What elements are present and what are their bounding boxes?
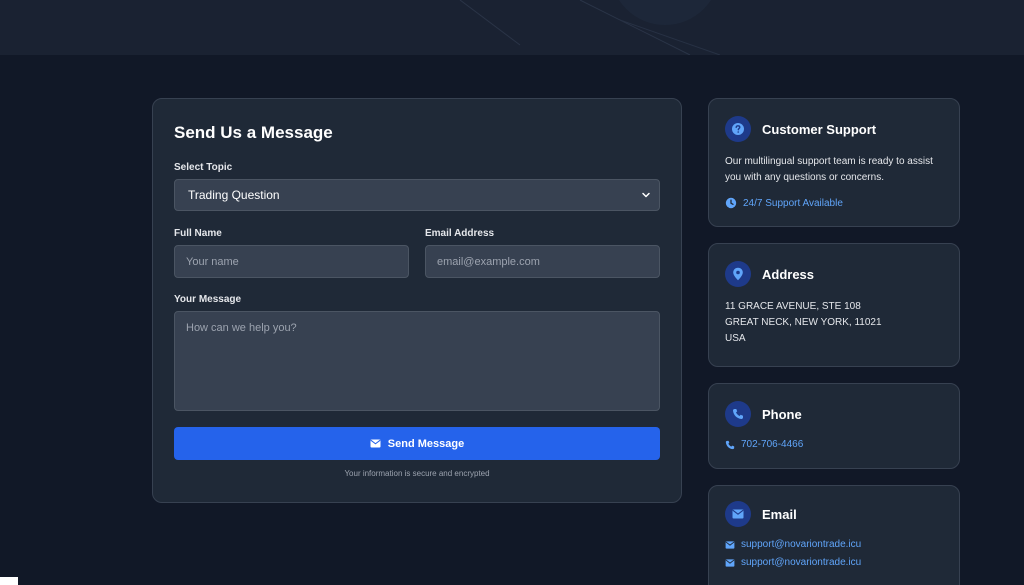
- email-card: Email support@novariontrade.icu support@…: [708, 485, 960, 585]
- support-card: Customer Support Our multilingual suppor…: [708, 98, 960, 227]
- email-address-2: support@novariontrade.icu: [741, 557, 862, 568]
- envelope-icon: [725, 540, 735, 549]
- phone-card: Phone 702-706-4466: [708, 383, 960, 469]
- form-title: Send Us a Message: [174, 123, 333, 142]
- address-card-header: Address: [725, 261, 943, 287]
- phone-title: Phone: [762, 406, 802, 422]
- name-label: Full Name: [174, 228, 222, 239]
- topic-select-value: Trading Question: [188, 188, 280, 202]
- phone-card-header: Phone: [725, 401, 943, 427]
- address-title: Address: [762, 266, 815, 282]
- email-link-1[interactable]: support@novariontrade.icu: [725, 539, 943, 550]
- email-input[interactable]: [425, 245, 660, 278]
- phone-icon: [725, 440, 735, 449]
- phone-icon-circle: [725, 401, 751, 427]
- hero-decoration: [459, 0, 721, 55]
- support-availability: 24/7 Support Available: [725, 197, 943, 209]
- full-name-input[interactable]: [174, 245, 409, 278]
- email-label: Email Address: [425, 228, 495, 239]
- address-line-2: GREAT NECK, NEW YORK, 11021: [725, 317, 882, 328]
- address-line-1: 11 GRACE AVENUE, STE 108: [725, 301, 861, 312]
- question-circle-icon: [732, 123, 744, 135]
- support-description: Our multilingual support team is ready t…: [725, 156, 933, 183]
- map-pin-icon: [733, 267, 743, 281]
- support-title: Customer Support: [762, 121, 877, 137]
- email-address-1: support@novariontrade.icu: [741, 539, 862, 550]
- address-line-3: USA: [725, 333, 746, 344]
- send-message-label: Send Message: [387, 437, 465, 450]
- corner-artifact: [0, 577, 18, 585]
- topic-select[interactable]: Trading Question: [174, 179, 660, 211]
- chevron-down-icon: [642, 192, 650, 198]
- name-email-row: Full Name Email Address: [174, 228, 660, 278]
- message-textarea[interactable]: [174, 311, 660, 411]
- topic-label: Select Topic: [174, 162, 233, 173]
- address-icon-circle: [725, 261, 751, 287]
- clock-icon: [725, 197, 737, 209]
- send-message-button[interactable]: Send Message: [174, 427, 660, 460]
- support-availability-text: 24/7 Support Available: [743, 197, 843, 209]
- address-card: Address 11 GRACE AVENUE, STE 108 GREAT N…: [708, 243, 960, 367]
- email-icon-circle: [725, 501, 751, 527]
- email-card-header: Email: [725, 501, 943, 527]
- email-title: Email: [762, 506, 797, 522]
- phone-link[interactable]: 702-706-4466: [725, 439, 943, 450]
- message-label: Your Message: [174, 294, 242, 305]
- name-field-group: Full Name: [174, 228, 409, 278]
- contact-form-card: Send Us a Message Select Topic Trading Q…: [152, 98, 682, 503]
- email-link-2[interactable]: support@novariontrade.icu: [725, 557, 943, 568]
- envelope-icon: [732, 509, 744, 519]
- phone-number: 702-706-4466: [741, 439, 804, 450]
- envelope-icon: [370, 439, 381, 448]
- phone-icon: [733, 409, 743, 419]
- support-card-header: Customer Support: [725, 116, 943, 142]
- hero-banner-strip: [0, 0, 1024, 55]
- envelope-icon: [725, 558, 735, 567]
- secure-note: Your information is secure and encrypted: [344, 469, 490, 478]
- support-icon-circle: [725, 116, 751, 142]
- email-field-group: Email Address: [425, 228, 660, 278]
